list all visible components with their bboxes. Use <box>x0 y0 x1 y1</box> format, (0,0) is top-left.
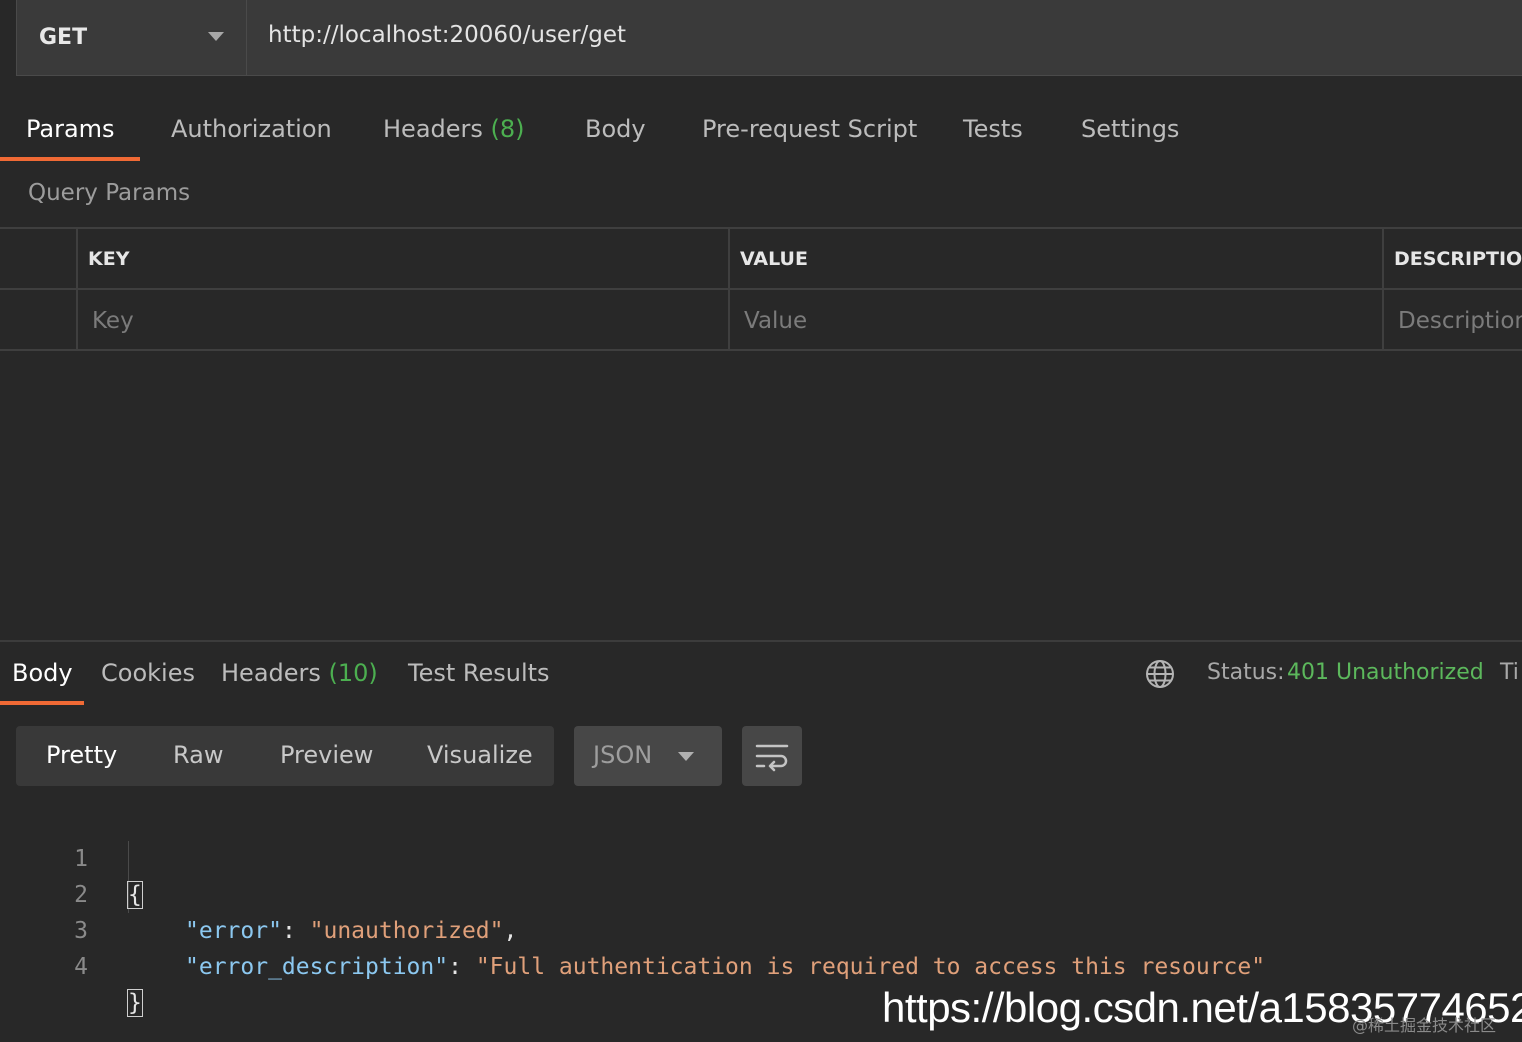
globe-icon[interactable] <box>1145 659 1175 689</box>
format-label: JSON <box>593 741 653 769</box>
tab-tests[interactable]: Tests <box>963 100 1023 162</box>
tab-authorization[interactable]: Authorization <box>171 100 332 162</box>
table-row <box>0 290 1522 351</box>
view-pretty-button[interactable]: Pretty <box>46 726 117 786</box>
view-raw-button[interactable]: Raw <box>173 726 223 786</box>
close-brace: } <box>127 989 143 1017</box>
query-params-title: Query Params <box>28 180 191 206</box>
tab-label: Test Results <box>408 659 550 687</box>
view-mode-group: Pretty Raw Preview Visualize <box>16 726 554 786</box>
active-tab-indicator <box>0 157 140 161</box>
tab-label: Params <box>26 115 115 143</box>
row-checkbox-cell <box>0 290 77 351</box>
tab-label: Body <box>585 115 646 143</box>
value-cell <box>728 290 1384 351</box>
chevron-down-icon <box>678 752 694 761</box>
status-badge[interactable]: 401 Unauthorized <box>1287 660 1484 685</box>
query-params-table: KEY VALUE DESCRIPTION <box>0 227 1522 351</box>
chevron-down-icon <box>208 32 224 41</box>
pane-resize-divider[interactable] <box>0 640 1522 642</box>
value-input[interactable] <box>730 307 1384 334</box>
tab-settings[interactable]: Settings <box>1081 100 1179 162</box>
line-number: 4 <box>74 954 88 980</box>
column-header-value: VALUE <box>728 229 1384 288</box>
request-tabs: Params Authorization Headers (8) Body Pr… <box>0 100 1522 162</box>
json-key: "error_description" <box>185 954 449 980</box>
active-response-tab-indicator <box>0 701 84 705</box>
tab-params[interactable]: Params <box>26 100 115 162</box>
request-url-bar: GET <box>16 0 1522 76</box>
tab-body[interactable]: Body <box>585 100 646 162</box>
tab-label: Settings <box>1081 115 1180 143</box>
tab-label: Headers <box>221 659 321 687</box>
response-tab-body[interactable]: Body <box>12 645 73 703</box>
response-tab-test-results[interactable]: Test Results <box>408 645 550 703</box>
tab-count-badge: (10) <box>328 659 378 687</box>
key-input[interactable] <box>78 307 730 334</box>
code-line: 3 "error_description": "Full authenticat… <box>0 877 1522 980</box>
tab-headers[interactable]: Headers (8) <box>383 100 525 162</box>
tab-label: Pre-request Script <box>702 115 918 143</box>
select-column-header <box>0 229 77 288</box>
tab-count-badge: (8) <box>490 115 525 143</box>
format-select[interactable]: JSON <box>574 726 722 786</box>
method-select[interactable]: GET <box>17 0 247 75</box>
response-tab-headers[interactable]: Headers (10) <box>221 645 378 703</box>
view-preview-button[interactable]: Preview <box>280 726 373 786</box>
code-line: 1 { <box>0 805 1522 909</box>
view-visualize-button[interactable]: Visualize <box>427 726 533 786</box>
json-string: "Full authentication is required to acce… <box>475 954 1266 980</box>
tab-pre-request-script[interactable]: Pre-request Script <box>702 100 917 162</box>
tab-label: Cookies <box>101 659 195 687</box>
description-cell <box>1382 290 1522 351</box>
url-input[interactable] <box>247 0 1522 75</box>
tab-label: Tests <box>963 115 1023 143</box>
tab-label: Headers <box>383 115 483 143</box>
column-header-description: DESCRIPTION <box>1382 229 1522 288</box>
column-header-key: KEY <box>76 229 730 288</box>
wrap-lines-button[interactable] <box>742 726 802 786</box>
watermark-small: @稀土掘金技术社区 <box>1352 1016 1497 1035</box>
description-input[interactable] <box>1384 307 1522 334</box>
wrap-lines-icon <box>755 744 789 772</box>
code-line: 4 } <box>0 913 1522 1017</box>
key-cell <box>76 290 730 351</box>
code-line: 2 "error": "unauthorized", <box>0 841 1522 944</box>
method-label: GET <box>39 25 88 50</box>
tab-label: Body <box>12 659 73 687</box>
status-label: Status: <box>1207 660 1285 685</box>
tab-label: Authorization <box>171 115 332 143</box>
time-label: Ti <box>1500 660 1519 685</box>
response-tab-cookies[interactable]: Cookies <box>101 645 195 703</box>
table-header-row: KEY VALUE DESCRIPTION <box>0 229 1522 290</box>
